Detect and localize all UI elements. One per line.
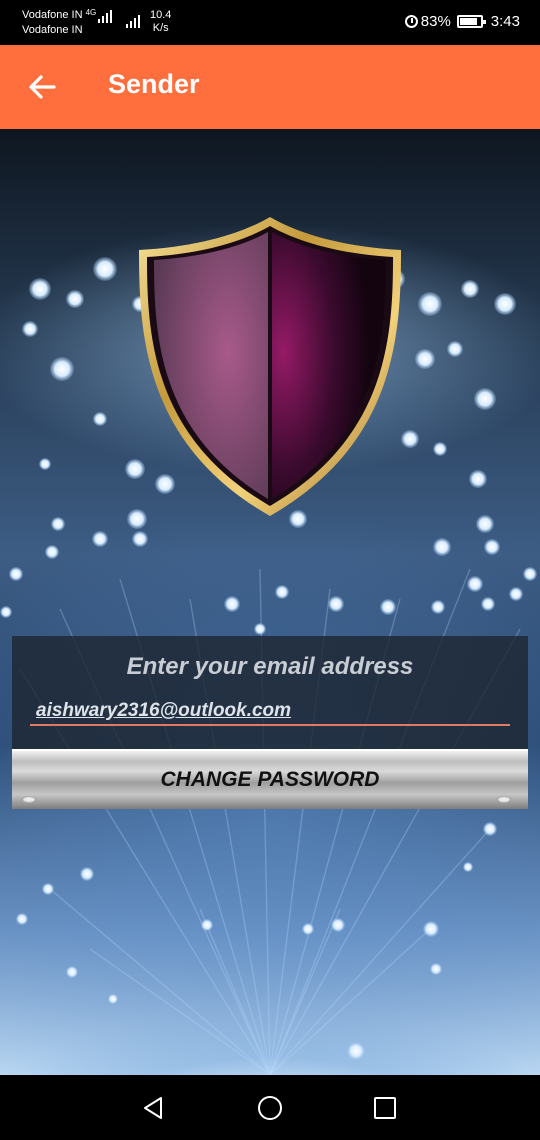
network-speed: 10.4 K/s <box>150 9 171 35</box>
clock: 3:43 <box>490 13 520 30</box>
battery-percent: 83% <box>420 13 451 30</box>
rivet-decoration <box>497 796 511 803</box>
rivet-decoration <box>22 796 36 803</box>
email-value: aishwary2316@outlook.com <box>36 700 292 721</box>
recents-square-icon[interactable] <box>370 1093 400 1123</box>
shield-icon <box>139 217 401 516</box>
app-bar: Sender <box>0 45 540 129</box>
status-bar: Vodafone IN 4G Vodafone IN 10.4 K/s 83% … <box>0 0 540 45</box>
main-content: Enter your email address aishwary2316@ou… <box>0 129 540 1075</box>
carrier-info: Vodafone IN 4G Vodafone IN <box>22 8 113 38</box>
email-form-panel: Enter your email address aishwary2316@ou… <box>12 636 528 809</box>
back-triangle-icon[interactable] <box>139 1093 169 1123</box>
carrier-2-label: Vodafone IN <box>22 24 83 36</box>
signal-icon <box>126 14 140 28</box>
change-password-label: CHANGE PASSWORD <box>160 768 380 791</box>
signal-icon <box>98 9 113 23</box>
arrow-left-icon[interactable] <box>26 71 58 103</box>
change-password-button[interactable]: CHANGE PASSWORD <box>12 749 528 809</box>
email-field[interactable]: aishwary2316@outlook.com <box>30 696 510 726</box>
speed-value: 10.4 <box>150 9 172 21</box>
network-type-label: 4G <box>85 8 97 17</box>
battery-icon <box>456 15 486 28</box>
app-title: Sender <box>108 69 200 99</box>
speed-unit: K/s <box>152 22 169 34</box>
system-nav-bar <box>0 1075 540 1140</box>
email-prompt: Enter your email address <box>126 653 414 680</box>
home-circle-icon[interactable] <box>255 1093 285 1123</box>
carrier-1-label: Vodafone IN <box>22 9 83 21</box>
alarm-icon <box>404 15 418 28</box>
